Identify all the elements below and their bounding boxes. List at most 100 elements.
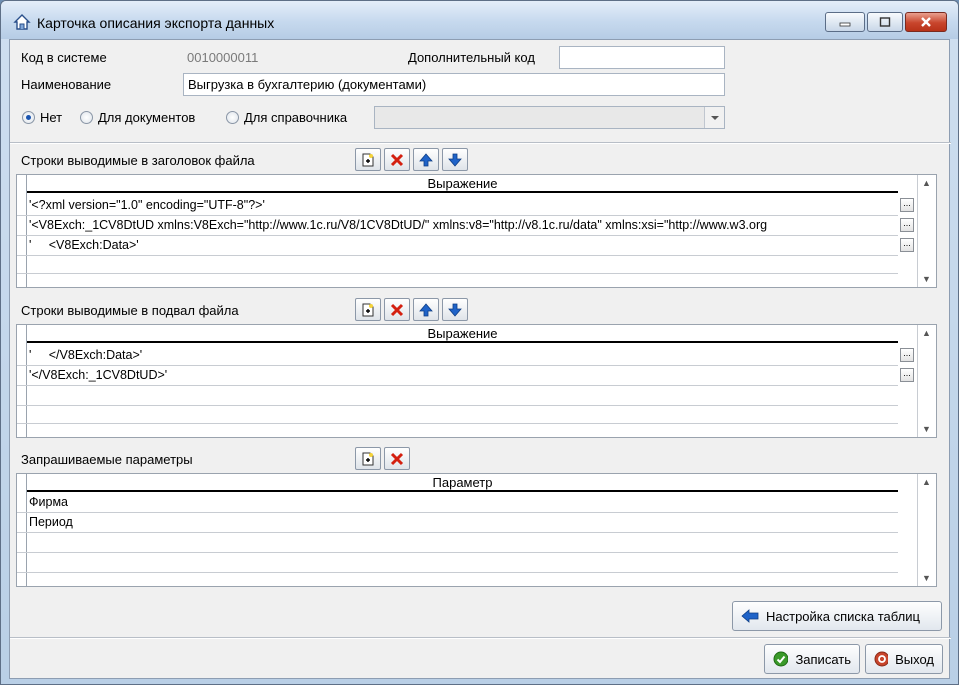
- header-add-button[interactable]: [355, 148, 381, 171]
- table-row[interactable]: '<V8Exch:_1CV8DtUD xmlns:V8Exch="http://…: [29, 215, 876, 235]
- vertical-scrollbar[interactable]: ▲ ▼: [918, 474, 936, 586]
- scroll-up-icon[interactable]: ▲: [922, 328, 931, 338]
- row-marker-column: [17, 474, 27, 586]
- title-bar[interactable]: Карточка описания экспорта данных: [1, 1, 958, 39]
- arrow-down-icon: [448, 303, 462, 317]
- radio-documents[interactable]: Для документов: [80, 110, 195, 125]
- row-divider: [17, 385, 898, 386]
- save-button[interactable]: Записать: [764, 644, 860, 674]
- radio-selected-icon: [22, 111, 35, 124]
- minimize-icon: [839, 22, 851, 27]
- add-row-icon: [362, 303, 374, 316]
- arrow-up-icon: [419, 302, 433, 316]
- ellipsis-button[interactable]: ...: [900, 218, 914, 232]
- exit-label: Выход: [895, 651, 934, 667]
- table-row[interactable]: Фирма: [29, 492, 876, 512]
- table-row[interactable]: '</V8Exch:_1CV8DtUD>': [29, 365, 876, 385]
- divider: [10, 637, 951, 639]
- scroll-up-icon[interactable]: ▲: [922, 178, 931, 188]
- code-label: Код в системе: [21, 50, 107, 65]
- column-header-parameter[interactable]: Параметр: [27, 474, 898, 492]
- ellipsis-button[interactable]: ...: [900, 348, 914, 362]
- table-row[interactable]: ' <V8Exch:Data>': [29, 235, 876, 255]
- radio-none[interactable]: Нет: [22, 110, 62, 125]
- arrow-up-icon: [419, 152, 433, 166]
- row-divider: [17, 572, 898, 573]
- row-divider: [17, 423, 898, 424]
- table-row[interactable]: ' </V8Exch:Data>': [29, 345, 876, 365]
- row-divider: [17, 273, 898, 274]
- exit-button[interactable]: Выход: [865, 644, 943, 674]
- name-field[interactable]: Выгрузка в бухгалтерию (документами): [183, 73, 725, 96]
- table-row[interactable]: '<?xml version="1.0" encoding="UTF-8"?>': [29, 195, 876, 215]
- ellipsis-button[interactable]: ...: [900, 198, 914, 212]
- arrow-left-icon: [741, 609, 759, 623]
- scroll-down-icon[interactable]: ▼: [922, 274, 931, 284]
- delete-icon: [390, 303, 404, 316]
- row-divider: [17, 532, 898, 533]
- radio-documents-label: Для документов: [98, 110, 196, 125]
- window-title: Карточка описания экспорта данных: [37, 15, 275, 31]
- radio-directory-label: Для справочника: [244, 110, 348, 125]
- dropdown-button[interactable]: [704, 107, 724, 128]
- reference-select[interactable]: [374, 106, 725, 129]
- radio-none-label: Нет: [40, 110, 63, 125]
- row-divider: [17, 552, 898, 553]
- vertical-scrollbar[interactable]: ▲ ▼: [918, 175, 936, 287]
- header-move-down-button[interactable]: [442, 148, 468, 171]
- radio-unselected-icon: [226, 111, 239, 124]
- radio-directory[interactable]: Для справочника: [226, 110, 347, 125]
- params-add-button[interactable]: [355, 447, 381, 470]
- footer-section-title: Строки выводимые в подвал файла: [21, 303, 239, 318]
- table-setup-button[interactable]: Настройка списка таблиц: [732, 601, 942, 631]
- row-divider: [17, 405, 898, 406]
- scroll-down-icon[interactable]: ▼: [922, 424, 931, 434]
- header-delete-button[interactable]: [384, 148, 410, 171]
- vertical-scrollbar[interactable]: ▲ ▼: [918, 325, 936, 437]
- delete-icon: [390, 452, 404, 465]
- row-divider: [17, 255, 898, 256]
- form-body: Код в системе 0010000011 Дополнительный …: [9, 39, 951, 679]
- row-marker-column: [17, 175, 27, 287]
- close-icon: [921, 17, 931, 27]
- export-card-window: Карточка описания экспорта данных Код в …: [0, 0, 959, 685]
- scroll-down-icon[interactable]: ▼: [922, 573, 931, 583]
- radio-unselected-icon: [80, 111, 93, 124]
- params-delete-button[interactable]: [384, 447, 410, 470]
- scroll-up-icon[interactable]: ▲: [922, 477, 931, 487]
- footer-move-up-button[interactable]: [413, 298, 439, 321]
- extra-code-field[interactable]: [559, 46, 725, 69]
- header-move-up-button[interactable]: [413, 148, 439, 171]
- params-table[interactable]: Параметр Фирма Период ▲ ▼: [16, 473, 937, 587]
- home-export-icon: [13, 14, 31, 30]
- header-lines-table[interactable]: Выражение '<?xml version="1.0" encoding=…: [16, 174, 937, 288]
- row-marker-column: [17, 325, 27, 437]
- chevron-down-icon: [710, 115, 719, 120]
- code-value: 0010000011: [187, 50, 259, 65]
- maximize-button[interactable]: [867, 12, 903, 32]
- add-row-icon: [362, 153, 374, 166]
- add-row-icon: [362, 452, 374, 465]
- ellipsis-button[interactable]: ...: [900, 368, 914, 382]
- divider: [10, 142, 951, 144]
- footer-delete-button[interactable]: [384, 298, 410, 321]
- close-button[interactable]: [905, 12, 947, 32]
- check-icon: [773, 651, 789, 667]
- footer-add-button[interactable]: [355, 298, 381, 321]
- arrow-down-icon: [448, 153, 462, 167]
- extra-code-label: Дополнительный код: [408, 50, 535, 65]
- minimize-button[interactable]: [825, 12, 865, 32]
- footer-move-down-button[interactable]: [442, 298, 468, 321]
- power-off-icon: [874, 651, 889, 667]
- name-label: Наименование: [21, 77, 112, 92]
- table-setup-label: Настройка списка таблиц: [766, 608, 920, 624]
- params-section-title: Запрашиваемые параметры: [21, 452, 193, 467]
- table-row[interactable]: Период: [29, 512, 876, 532]
- column-header-expression[interactable]: Выражение: [27, 325, 898, 343]
- ellipsis-button[interactable]: ...: [900, 238, 914, 252]
- save-label: Записать: [795, 651, 851, 667]
- footer-lines-table[interactable]: Выражение ' </V8Exch:Data>' ... '</V8Exc…: [16, 324, 937, 438]
- header-section-title: Строки выводимые в заголовок файла: [21, 153, 255, 168]
- maximize-icon: [879, 17, 891, 27]
- column-header-expression[interactable]: Выражение: [27, 175, 898, 193]
